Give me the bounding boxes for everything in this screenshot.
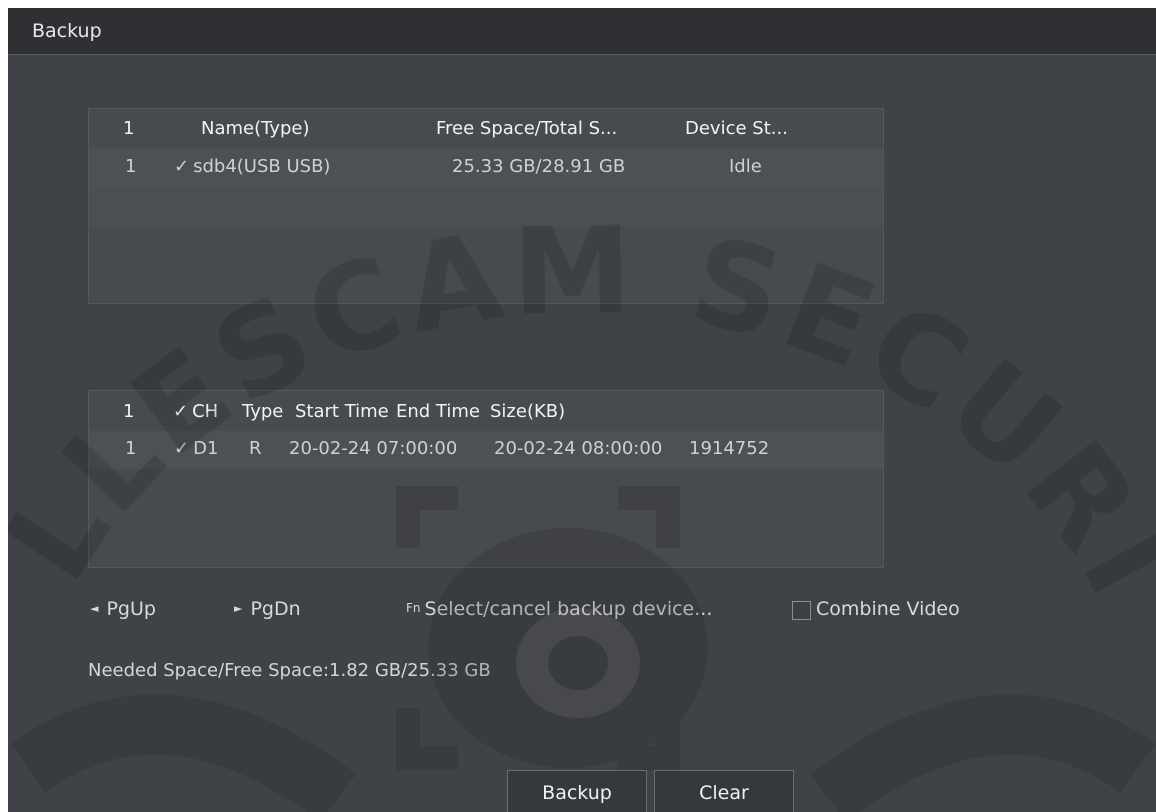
- combine-video-checkbox[interactable]: [792, 601, 811, 620]
- title-bar: Backup: [8, 8, 1156, 55]
- column-header-index[interactable]: 1: [123, 118, 134, 139]
- page-up-button[interactable]: ◄ PgUp: [90, 598, 156, 620]
- device-space: 25.33 GB/28.91 GB: [452, 156, 626, 177]
- file-channel: D1: [193, 438, 219, 459]
- page-up-label: PgUp: [106, 598, 156, 620]
- column-header-ch[interactable]: CH: [192, 401, 218, 422]
- clear-button[interactable]: Clear: [654, 770, 794, 812]
- device-table: 1 Name(Type) Free Space/Total S... Devic…: [88, 108, 884, 304]
- row-checkbox[interactable]: ✓ D1: [174, 438, 218, 459]
- file-type: R: [249, 438, 262, 459]
- column-header-start[interactable]: Start Time: [295, 401, 389, 422]
- select-all-checkbox[interactable]: ✓ CH: [173, 401, 218, 422]
- page-down-label: PgDn: [250, 598, 301, 620]
- column-header-space[interactable]: Free Space/Total S...: [436, 118, 617, 139]
- device-name: sdb4(USB USB): [193, 156, 331, 177]
- file-end-time: 20-02-24 08:00:00: [494, 438, 663, 459]
- space-info: Needed Space/Free Space:1.82 GB/25.33 GB: [88, 660, 491, 681]
- page-down-button[interactable]: ► PgDn: [234, 598, 301, 620]
- device-status: Idle: [729, 156, 762, 177]
- column-header-index[interactable]: 1: [123, 401, 134, 422]
- table-row[interactable]: 1 ✓ D1 R 20-02-24 07:00:00 20-02-24 08:00…: [89, 431, 883, 469]
- row-index: 1: [125, 156, 137, 177]
- fn-key-icon: Fn: [406, 601, 421, 615]
- column-header-type[interactable]: Type: [242, 401, 283, 422]
- file-start-time: 20-02-24 07:00:00: [289, 438, 458, 459]
- column-header-status[interactable]: Device St...: [685, 118, 788, 139]
- check-icon: ✓: [173, 401, 189, 422]
- row-index: 1: [125, 438, 137, 459]
- column-header-name[interactable]: Name(Type): [201, 118, 310, 139]
- table-row-empty: [89, 187, 883, 227]
- select-backup-device-button[interactable]: Fn Select/cancel backup device...: [406, 598, 712, 620]
- check-icon: ✓: [174, 438, 190, 459]
- column-header-end[interactable]: End Time: [396, 401, 480, 422]
- file-table-header: 1 ✓ CH Type Start Time End Time Size(KB): [89, 391, 883, 431]
- combine-video-label[interactable]: Combine Video: [816, 598, 960, 620]
- backup-window: Backup 1 Name(Type) Free Space/Total S..…: [8, 8, 1156, 812]
- check-icon: ✓: [174, 156, 190, 177]
- backup-button[interactable]: Backup: [507, 770, 647, 812]
- row-checkbox[interactable]: ✓ sdb4(USB USB): [174, 156, 330, 177]
- file-size: 1914752: [689, 438, 770, 459]
- page-up-icon: ◄: [90, 602, 99, 615]
- select-backup-device-label: Select/cancel backup device...: [424, 598, 713, 620]
- window-title: Backup: [32, 20, 102, 42]
- file-table: 1 ✓ CH Type Start Time End Time Size(KB) …: [88, 390, 884, 568]
- page-down-icon: ►: [234, 602, 243, 615]
- column-header-size[interactable]: Size(KB): [490, 401, 565, 422]
- device-table-header: 1 Name(Type) Free Space/Total S... Devic…: [89, 109, 883, 149]
- table-row[interactable]: 1 ✓ sdb4(USB USB) 25.33 GB/28.91 GB Idle: [89, 149, 883, 187]
